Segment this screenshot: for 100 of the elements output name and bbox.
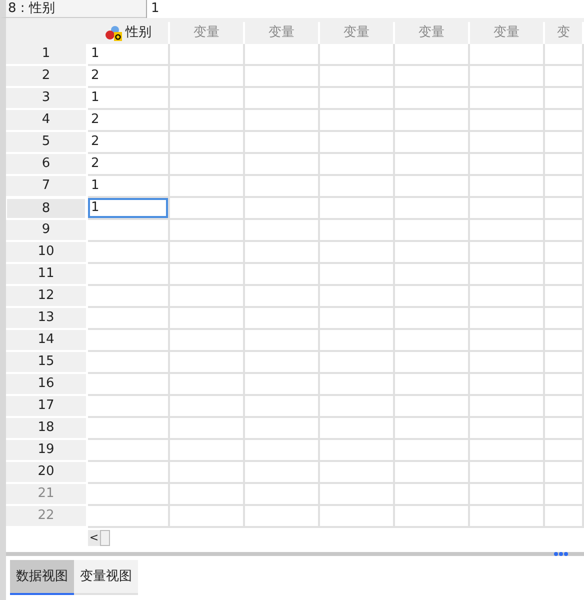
- table-cell[interactable]: [320, 396, 395, 418]
- table-cell[interactable]: [545, 506, 584, 528]
- row-number[interactable]: 16: [6, 374, 86, 396]
- table-cell[interactable]: [245, 374, 320, 396]
- table-cell[interactable]: [395, 176, 470, 198]
- table-cell[interactable]: [545, 110, 584, 132]
- table-cell[interactable]: [320, 264, 395, 286]
- table-cell[interactable]: [545, 418, 584, 440]
- table-cell[interactable]: [470, 462, 545, 484]
- table-cell[interactable]: [395, 110, 470, 132]
- table-cell[interactable]: [470, 88, 545, 110]
- table-cell[interactable]: [245, 132, 320, 154]
- table-cell[interactable]: [88, 440, 170, 462]
- table-cell[interactable]: [245, 506, 320, 528]
- table-cell[interactable]: 1: [88, 198, 170, 220]
- table-cell[interactable]: [395, 308, 470, 330]
- table-cell[interactable]: [170, 88, 245, 110]
- table-cell[interactable]: [88, 462, 170, 484]
- table-cell[interactable]: 1: [88, 44, 170, 66]
- table-cell[interactable]: [470, 66, 545, 88]
- table-cell[interactable]: [320, 330, 395, 352]
- table-cell[interactable]: [395, 132, 470, 154]
- table-cell[interactable]: [245, 66, 320, 88]
- table-cell[interactable]: [245, 154, 320, 176]
- row-number[interactable]: 20: [6, 462, 86, 484]
- table-cell[interactable]: [170, 110, 245, 132]
- view-tab[interactable]: 数据视图: [10, 560, 74, 596]
- table-cell[interactable]: [545, 374, 584, 396]
- table-cell[interactable]: [320, 418, 395, 440]
- table-cell[interactable]: [395, 198, 470, 220]
- table-cell[interactable]: [170, 264, 245, 286]
- table-cell[interactable]: [320, 506, 395, 528]
- table-cell[interactable]: [395, 88, 470, 110]
- table-cell[interactable]: [470, 506, 545, 528]
- table-cell[interactable]: [395, 286, 470, 308]
- table-cell[interactable]: [170, 484, 245, 506]
- row-number[interactable]: 3: [6, 88, 86, 110]
- table-cell[interactable]: [320, 110, 395, 132]
- table-cell[interactable]: [245, 462, 320, 484]
- table-cell[interactable]: [88, 242, 170, 264]
- table-cell[interactable]: [545, 396, 584, 418]
- table-cell[interactable]: 2: [88, 66, 170, 88]
- table-cell[interactable]: [245, 242, 320, 264]
- row-number[interactable]: 7: [6, 176, 86, 198]
- table-cell[interactable]: [470, 220, 545, 242]
- row-number[interactable]: 11: [6, 264, 86, 286]
- table-cell[interactable]: [545, 220, 584, 242]
- cell-value-field[interactable]: 1: [146, 0, 584, 18]
- table-cell[interactable]: [470, 308, 545, 330]
- table-cell[interactable]: 2: [88, 154, 170, 176]
- row-number[interactable]: 13: [6, 308, 86, 330]
- table-cell[interactable]: [545, 264, 584, 286]
- row-number[interactable]: 15: [6, 352, 86, 374]
- table-cell[interactable]: [170, 242, 245, 264]
- table-cell[interactable]: [470, 176, 545, 198]
- table-cell[interactable]: [170, 44, 245, 66]
- table-cell[interactable]: [470, 484, 545, 506]
- row-number[interactable]: 12: [6, 286, 86, 308]
- table-cell[interactable]: 1: [88, 88, 170, 110]
- table-cell[interactable]: [470, 198, 545, 220]
- scroll-left-button[interactable]: <: [88, 530, 100, 546]
- table-cell[interactable]: [470, 440, 545, 462]
- table-cell[interactable]: [470, 110, 545, 132]
- table-cell[interactable]: [545, 242, 584, 264]
- table-cell[interactable]: [320, 484, 395, 506]
- table-cell[interactable]: [470, 330, 545, 352]
- table-cell[interactable]: [88, 484, 170, 506]
- table-cell[interactable]: [320, 132, 395, 154]
- table-cell[interactable]: [470, 242, 545, 264]
- table-cell[interactable]: [170, 198, 245, 220]
- table-cell[interactable]: [470, 154, 545, 176]
- table-cell[interactable]: [170, 176, 245, 198]
- table-cell[interactable]: [470, 374, 545, 396]
- table-cell[interactable]: [170, 462, 245, 484]
- table-cell[interactable]: [395, 242, 470, 264]
- table-cell[interactable]: [170, 308, 245, 330]
- table-cell[interactable]: [545, 440, 584, 462]
- table-cell[interactable]: [545, 88, 584, 110]
- row-number[interactable]: 14: [6, 330, 86, 352]
- table-cell[interactable]: [88, 286, 170, 308]
- table-cell[interactable]: [88, 352, 170, 374]
- table-cell[interactable]: [545, 352, 584, 374]
- table-cell[interactable]: [88, 418, 170, 440]
- row-number[interactable]: 1: [6, 44, 86, 66]
- table-cell[interactable]: [545, 462, 584, 484]
- table-cell[interactable]: [245, 396, 320, 418]
- table-cell[interactable]: [245, 264, 320, 286]
- table-cell[interactable]: [170, 418, 245, 440]
- table-cell[interactable]: [320, 242, 395, 264]
- table-cell[interactable]: [245, 440, 320, 462]
- table-cell[interactable]: [88, 220, 170, 242]
- table-cell[interactable]: [395, 418, 470, 440]
- table-cell[interactable]: [545, 66, 584, 88]
- table-cell[interactable]: [545, 198, 584, 220]
- row-number[interactable]: 9: [6, 220, 86, 242]
- table-cell[interactable]: [395, 440, 470, 462]
- table-cell[interactable]: [320, 66, 395, 88]
- table-cell[interactable]: [470, 352, 545, 374]
- table-cell[interactable]: [545, 44, 584, 66]
- table-cell[interactable]: [245, 418, 320, 440]
